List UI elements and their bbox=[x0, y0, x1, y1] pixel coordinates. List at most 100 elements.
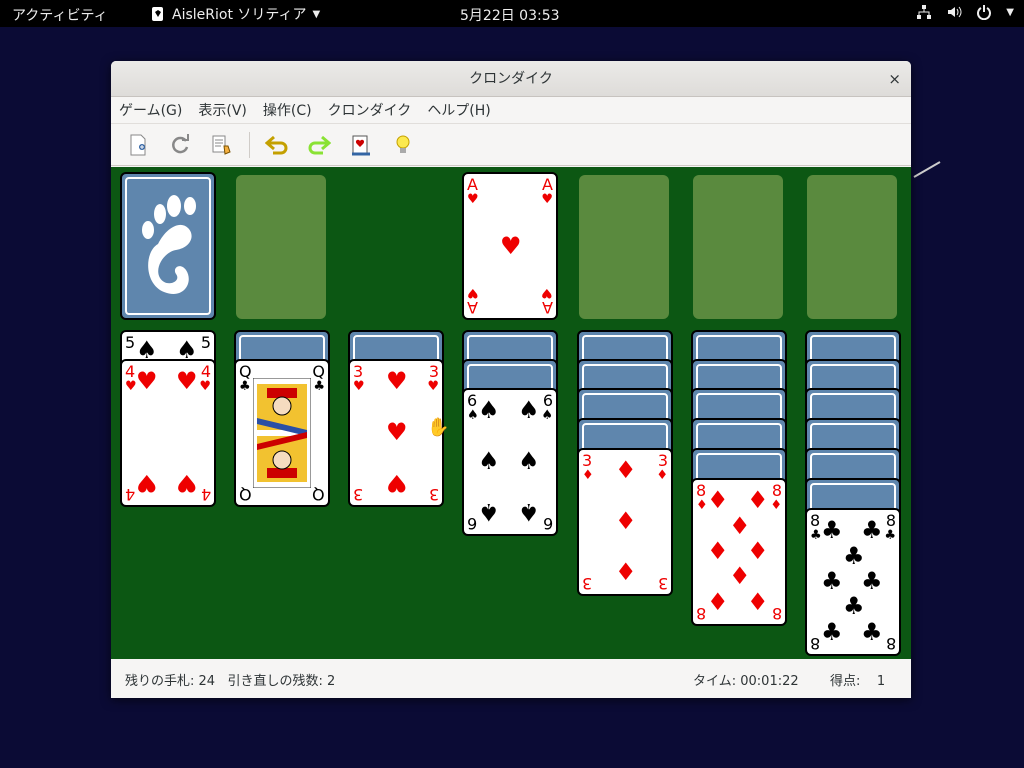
spade-icon: ♠ bbox=[518, 498, 540, 526]
club-icon: ♣ bbox=[843, 592, 865, 620]
power-icon bbox=[977, 5, 992, 20]
card-rank: 4 bbox=[200, 485, 211, 504]
foundation-ace-of-hearts[interactable]: A ♥ A ♥ ♥ A ♥ A ♥ bbox=[462, 172, 558, 320]
card-rank: Q bbox=[312, 485, 325, 504]
card-3-diamonds[interactable]: 3 ♦ 3 ♦ ♦ ♦ ♦ 3 3 bbox=[577, 448, 673, 596]
card-4-hearts[interactable]: 4 ♥ 4 ♥ ♥ ♥ ♥ ♥ 4 4 bbox=[120, 359, 216, 507]
restart-button[interactable] bbox=[165, 130, 195, 160]
club-icon: ♣ bbox=[861, 516, 883, 544]
menu-control[interactable]: 操作(C) bbox=[263, 100, 312, 120]
select-game-icon bbox=[212, 135, 231, 155]
select-game-button[interactable] bbox=[207, 130, 237, 160]
heart-icon: ♥ bbox=[467, 192, 479, 207]
card-rank: 8 bbox=[810, 511, 821, 530]
card-rank: 6 bbox=[467, 391, 478, 410]
hand-cursor-icon: ✋ bbox=[427, 417, 450, 438]
top-bar: アクティビティ AisleRiot ソリティア ▼ 5月22日 03:53 ▼ bbox=[0, 0, 1024, 27]
club-icon: ♣ bbox=[821, 516, 843, 544]
card-8-clubs[interactable]: 8 ♣ 8 ♣ ♣ ♣ ♣ ♣ ♣ ♣ ♣ ♣ 8 8 bbox=[805, 508, 901, 656]
undo-icon bbox=[265, 135, 288, 154]
spade-icon: ♠ bbox=[541, 408, 553, 423]
club-icon: ♣ bbox=[884, 528, 896, 543]
diamond-icon: ♦ bbox=[615, 507, 637, 535]
card-rank: 5 bbox=[125, 333, 136, 352]
redeals-remaining: 引き直しの残数: 2 bbox=[227, 674, 336, 689]
toolbar-separator bbox=[249, 131, 250, 158]
diamond-icon: ♦ bbox=[696, 498, 708, 513]
card-rank: 8 bbox=[885, 634, 896, 653]
heart-icon: ♥ bbox=[176, 469, 198, 497]
deal-button[interactable] bbox=[346, 130, 376, 160]
activities-button[interactable]: アクティビティ bbox=[12, 5, 108, 25]
card-8-diamonds[interactable]: 8 ♦ 8 ♦ ♦ ♦ ♦ ♦ ♦ ♦ ♦ ♦ 8 8 bbox=[691, 478, 787, 626]
menu-game[interactable]: ゲーム(G) bbox=[119, 100, 182, 120]
menu-klondike[interactable]: クロンダイク bbox=[328, 100, 412, 120]
stock-pile[interactable] bbox=[120, 172, 216, 320]
club-icon: ♣ bbox=[821, 618, 843, 646]
redo-icon bbox=[308, 135, 331, 154]
card-rank: 6 bbox=[542, 514, 553, 533]
stock-remaining-and-redeals: 残りの手札: 24 引き直しの残数: 2 bbox=[125, 670, 335, 689]
heart-icon: ♥ bbox=[199, 379, 211, 394]
spade-icon: ♠ bbox=[518, 396, 540, 424]
redo-button[interactable] bbox=[304, 130, 334, 160]
waste-slot[interactable] bbox=[236, 175, 326, 319]
undo-button[interactable] bbox=[262, 130, 292, 160]
spade-icon: ♠ bbox=[478, 447, 500, 475]
elapsed-time: タイム: 00:01:22 bbox=[693, 674, 799, 689]
heart-icon: ♥ bbox=[125, 379, 137, 394]
club-icon: ♣ bbox=[821, 567, 843, 595]
card-rank: A bbox=[467, 175, 478, 194]
heart-icon: ♥ bbox=[386, 367, 408, 395]
restart-icon bbox=[172, 133, 189, 153]
club-icon: ♣ bbox=[861, 618, 883, 646]
card-6-spades[interactable]: 6 ♠ 6 ♠ ♠ ♠ ♠ ♠ ♠ ♠ 6 6 bbox=[462, 388, 558, 536]
hint-button[interactable] bbox=[388, 130, 418, 160]
menu-help[interactable]: ヘルプ(H) bbox=[427, 100, 490, 120]
diamond-icon: ♦ bbox=[615, 558, 637, 586]
toolbar bbox=[111, 124, 911, 166]
club-icon: ♣ bbox=[810, 528, 822, 543]
spade-icon: ♠ bbox=[518, 447, 540, 475]
close-button[interactable]: × bbox=[888, 61, 901, 97]
card-rank: 8 bbox=[696, 481, 707, 500]
clock[interactable]: 5月22日 03:53 bbox=[460, 5, 560, 25]
heart-icon: ♥ bbox=[386, 469, 408, 497]
card-rank: A bbox=[467, 298, 478, 317]
menu-view[interactable]: 表示(V) bbox=[198, 100, 247, 120]
diamond-icon: ♦ bbox=[729, 562, 751, 590]
queen-portrait-icon bbox=[253, 378, 311, 488]
diamond-icon: ♦ bbox=[656, 468, 668, 483]
diamond-icon: ♦ bbox=[707, 588, 729, 616]
card-queen-clubs[interactable]: Q ♣ Q ♣ Q Q bbox=[234, 359, 330, 507]
club-icon: ♣ bbox=[239, 379, 251, 394]
system-menu[interactable]: ▼ bbox=[916, 4, 1014, 20]
new-game-button[interactable] bbox=[123, 130, 153, 160]
card-rank: 4 bbox=[200, 362, 211, 381]
card-rank: Q bbox=[312, 362, 325, 381]
spade-icon: ♠ bbox=[478, 396, 500, 424]
app-menu[interactable]: AisleRiot ソリティア ▼ bbox=[150, 4, 320, 24]
heart-icon: ♥ bbox=[353, 379, 365, 394]
volume-icon bbox=[948, 6, 962, 18]
card-rank: 3 bbox=[353, 362, 364, 381]
card-rank: 8 bbox=[771, 604, 782, 623]
foundation-slot[interactable] bbox=[807, 175, 897, 319]
club-icon: ♣ bbox=[313, 379, 325, 394]
card-rank: Q bbox=[239, 485, 252, 504]
card-rank: 3 bbox=[428, 485, 439, 504]
menu-bar: ゲーム(G) 表示(V) 操作(C) クロンダイク ヘルプ(H) bbox=[111, 97, 911, 124]
network-icon bbox=[917, 5, 932, 19]
deal-icon bbox=[352, 135, 370, 155]
foundation-slot[interactable] bbox=[693, 175, 783, 319]
spade-icon: ♠ bbox=[478, 498, 500, 526]
card-rank: A bbox=[542, 175, 553, 194]
stock-remaining: 残りの手札: 24 bbox=[125, 674, 216, 689]
card-rank: 8 bbox=[771, 481, 782, 500]
game-board[interactable]: A ♥ A ♥ ♥ A ♥ A ♥ 5 5 ♠ ♠ 4 ♥ 4 ♥ ♥ ♥ ♥ bbox=[111, 167, 911, 659]
heart-icon: ♥ bbox=[500, 232, 522, 260]
heart-icon: ♥ bbox=[541, 285, 553, 300]
title-bar[interactable]: クロンダイク × bbox=[111, 61, 911, 97]
card-rank: 5 bbox=[200, 333, 211, 352]
foundation-slot[interactable] bbox=[579, 175, 669, 319]
